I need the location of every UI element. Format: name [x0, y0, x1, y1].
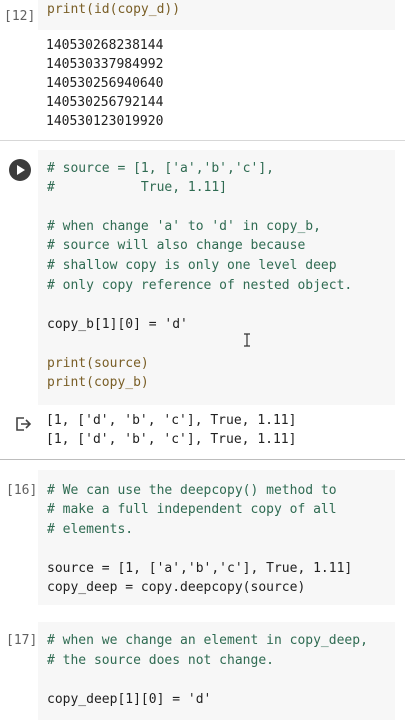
output-area: [1, ['d', 'b', 'c'], True, 1.11] [1, ['d…	[0, 408, 405, 458]
output-line: 140530337984992	[46, 57, 164, 72]
code-line: print(copy_b)	[47, 375, 149, 390]
code-line: # We can use the deepcopy() method to	[47, 483, 337, 498]
code-cell-active: # source = [1, ['a','b','c'], # True, 1.…	[0, 150, 405, 450]
code-line: source = [1, ['a','b','c'], True, 1.11]	[47, 561, 353, 576]
code-line: copy_deep = copy.deepcopy(source)	[47, 580, 306, 595]
code-line: # True, 1.11]	[47, 180, 228, 195]
execution-count-label: [12]	[4, 9, 36, 24]
code-editor[interactable]: print(id(copy_d))	[38, 0, 395, 30]
code-line: # when change 'a' to 'd' in copy_b,	[47, 219, 321, 234]
output-line: 140530256940640	[46, 76, 164, 91]
code-line: # the source does not change.	[47, 653, 274, 668]
run-cell-button[interactable]	[9, 159, 31, 181]
code-cell-12: [12] print(id(copy_d)) 140530268238144 1…	[0, 0, 405, 135]
code-line: # only copy reference of nested object.	[47, 278, 353, 293]
text-cursor-icon	[244, 333, 250, 347]
code-cell-16: [16] # We can use the deepcopy() method …	[0, 470, 405, 605]
code-line: copy_b[1][0] = 'd'	[47, 317, 188, 332]
code-editor[interactable]: # We can use the deepcopy() method to # …	[38, 470, 395, 605]
output-line: 140530268238144	[46, 38, 164, 53]
code-line: print(id(copy_d))	[47, 2, 181, 17]
output-line: [1, ['d', 'b', 'c'], True, 1.11]	[46, 413, 297, 428]
code-line: # source will also change because	[47, 238, 306, 253]
code-line: copy_deep[1][0] = 'd'	[47, 692, 212, 707]
code-line: print(source)	[47, 356, 149, 371]
output-line: 140530123019920	[46, 114, 164, 129]
code-editor[interactable]: # when we change an element in copy_deep…	[38, 622, 395, 720]
code-line: # shallow copy is only one level deep	[47, 258, 337, 273]
code-line: # make a full independent copy of all	[47, 502, 337, 517]
code-line: # when we change an element in copy_deep…	[47, 633, 368, 648]
cell-divider	[0, 140, 405, 141]
cell-divider	[0, 459, 405, 460]
code-editor[interactable]: # source = [1, ['a','b','c'], # True, 1.…	[38, 150, 395, 405]
code-cell-17: [17] # when we change an element in copy…	[0, 622, 405, 720]
code-line: # source = [1, ['a','b','c'],	[47, 161, 274, 176]
output-line: 140530256792144	[46, 95, 164, 110]
output-arrow-icon[interactable]	[14, 416, 32, 432]
code-line: # elements.	[47, 522, 134, 537]
output-line: [1, ['d', 'b', 'c'], True, 1.11]	[46, 432, 297, 447]
